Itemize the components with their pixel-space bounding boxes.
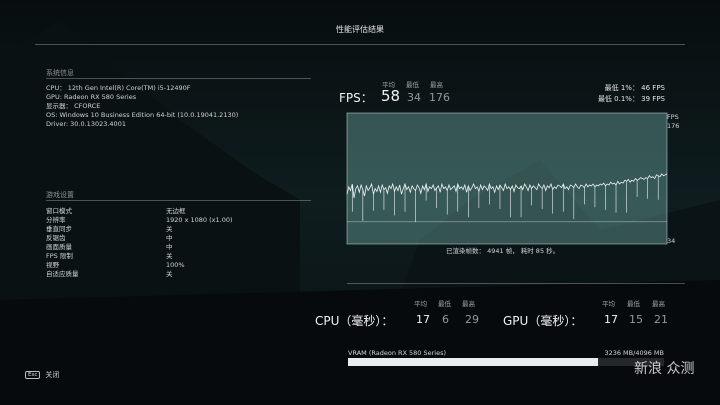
cpu-max-header: 最高 (462, 300, 475, 308)
fps-min-value: 34 (407, 91, 421, 104)
cpu-avg-value: 17 (416, 313, 430, 326)
setting-value: 1920 x 1080 (x1.00) (166, 216, 233, 224)
setting-row: 自适应质量 关 (46, 270, 256, 279)
gpu-min-header: 最低 (627, 300, 640, 308)
close-button[interactable]: Esc 关闭 (25, 370, 59, 380)
watermark: 新浪 众测 (634, 361, 695, 377)
setting-key: 分辨率 (46, 216, 66, 224)
timing-divider (347, 283, 685, 284)
setting-value: 关 (166, 270, 173, 278)
driver-info: Driver: 30.0.13023.4001 (46, 120, 126, 128)
fps-axis-min: 34 (667, 237, 676, 245)
display-info: 显示器： CFORCE (46, 102, 101, 110)
vram-value: 3236 MB/4096 MB (604, 349, 664, 357)
setting-value: 中 (166, 234, 173, 242)
fps-axis-max: 176 (667, 122, 680, 130)
setting-row: 视野 100% (46, 261, 256, 270)
frames-rendered: 已渲染帧数： 4941 帧， 耗时 85 秒。 (446, 247, 560, 255)
fps-label: FPS： (339, 91, 373, 105)
cpu-max-value: 29 (465, 313, 479, 326)
fps-low-1pct: 最低 1%： 46 FPS (604, 84, 665, 92)
setting-value: 无边框 (166, 207, 186, 215)
vram-bar-fill (348, 358, 598, 366)
vram-bar (348, 358, 664, 366)
cpu-label: CPU（毫秒）： (315, 314, 394, 328)
fps-max-header: 最高 (430, 81, 443, 89)
fps-avg-value: 58 (381, 87, 401, 105)
fps-axis-unit: FPS (667, 113, 679, 121)
setting-key: FPS 限制 (46, 252, 73, 260)
setting-row: 分辨率 1920 x 1080 (x1.00) (46, 216, 256, 225)
game-settings-heading: 游戏设置 (46, 191, 74, 199)
gpu-max-value: 21 (654, 313, 668, 326)
setting-row: 垂直同步 关 (46, 225, 256, 234)
setting-key: 视野 (46, 261, 59, 269)
gpu-avg-value: 17 (604, 313, 618, 326)
setting-row: 反锯齿 中 (46, 234, 256, 243)
setting-row: 窗口模式 无边框 (46, 207, 256, 216)
gpu-min-value: 15 (629, 313, 643, 326)
close-label: 关闭 (45, 371, 60, 379)
cpu-avg-header: 平均 (414, 300, 427, 308)
setting-value: 关 (166, 225, 173, 233)
cpu-min-value: 6 (442, 313, 449, 326)
gpu-avg-header: 平均 (602, 300, 615, 308)
esc-key-icon: Esc (25, 371, 41, 379)
fps-chart-area (346, 112, 668, 245)
cpu-min-header: 最低 (438, 300, 451, 308)
game-settings-divider (46, 200, 311, 201)
title-divider (35, 44, 685, 45)
setting-row: 画面质量 中 (46, 243, 256, 252)
gpu-label: GPU（毫秒）： (503, 314, 583, 328)
fps-min-header: 最低 (406, 81, 419, 89)
setting-value: 100% (166, 261, 185, 269)
setting-key: 窗口模式 (46, 207, 72, 215)
setting-value: 中 (166, 243, 173, 251)
setting-value: 关 (166, 252, 173, 260)
setting-row: FPS 限制 关 (46, 252, 256, 261)
system-divider (46, 78, 311, 79)
system-info-heading: 系统信息 (46, 69, 74, 77)
gpu-info: GPU: Radeon RX 580 Series (46, 93, 137, 101)
page-title: 性能评估结果 (336, 25, 384, 34)
setting-key: 画面质量 (46, 243, 72, 251)
os-info: OS: Windows 10 Business Edition 64-bit (… (46, 111, 239, 119)
setting-key: 反锯齿 (46, 234, 66, 242)
fps-max-value: 176 (429, 91, 450, 104)
setting-key: 自适应质量 (46, 270, 79, 278)
gpu-max-header: 最高 (652, 300, 665, 308)
system-info-list: CPU： 12th Gen Intel(R) Core(TM) i5-12490… (46, 84, 238, 129)
setting-key: 垂直同步 (46, 225, 72, 233)
cpu-info: CPU： 12th Gen Intel(R) Core(TM) i5-12490… (46, 84, 191, 92)
fps-low-01pct: 最低 0.1%： 39 FPS (597, 95, 665, 103)
fps-chart (346, 112, 668, 245)
vram-label: VRAM (Radeon RX 580 Series) (348, 349, 447, 357)
game-settings-list: 窗口模式 无边框 分辨率 1920 x 1080 (x1.00) 垂直同步关反锯齿中画面… (46, 207, 256, 279)
